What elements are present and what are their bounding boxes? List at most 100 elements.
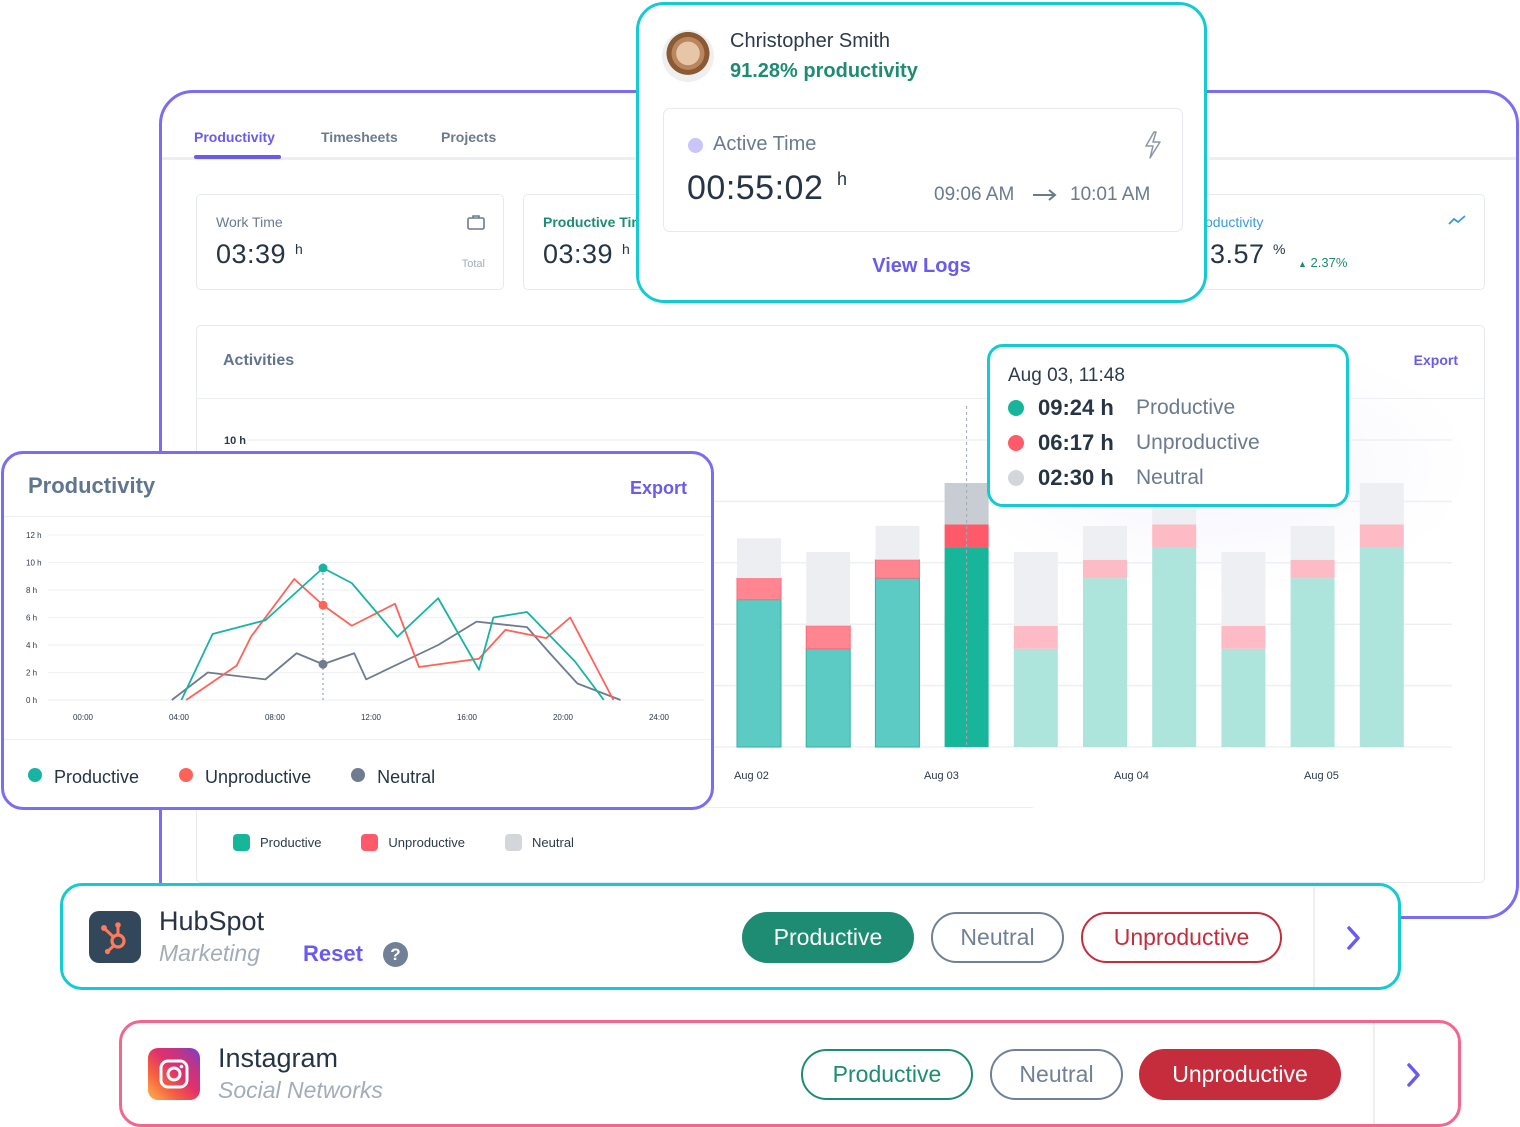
legend-item-unproductive[interactable]: Unproductive: [361, 834, 465, 851]
tooltip-row-productive: 09:24 h Productive: [1008, 394, 1235, 422]
marker-point-productive: [318, 563, 328, 573]
productive-button[interactable]: Productive: [742, 912, 914, 963]
legend-label: Productive: [260, 835, 322, 850]
legend-dot-icon: [351, 767, 366, 782]
tooltip-label: Productive: [1136, 396, 1236, 419]
stat-unit: h: [622, 241, 630, 257]
unproductive-button[interactable]: Unproductive: [1139, 1049, 1341, 1100]
chevron-right-icon[interactable]: [1345, 924, 1363, 952]
stat-change: ▲ 2.37%: [1298, 255, 1347, 270]
y-tick-label: 10 h: [224, 435, 246, 447]
app-category: Marketing: [159, 940, 260, 966]
view-logs-link[interactable]: View Logs: [639, 255, 1204, 278]
bar-neutral: [1083, 525, 1127, 560]
legend-item-productive[interactable]: Productive: [28, 767, 139, 788]
legend-item-productive[interactable]: Productive: [233, 834, 321, 851]
stat-label: oductivity: [1205, 214, 1264, 230]
bar-neutral: [1221, 552, 1266, 626]
active-time-value: 00:55:02: [687, 169, 824, 207]
bar-unproductive: [1221, 625, 1266, 649]
start-time: 09:06 AM: [934, 184, 1015, 205]
expand-button[interactable]: [1313, 886, 1398, 987]
avatar: [662, 30, 714, 82]
bar-unproductive: [1152, 524, 1197, 548]
tab-projects[interactable]: Projects: [441, 129, 496, 145]
y-tick-label: 2 h: [26, 669, 37, 678]
briefcase-icon: [467, 215, 485, 230]
tooltip-value: 09:24 h: [1038, 395, 1114, 420]
x-tick-label: 16:00: [457, 713, 478, 722]
up-triangle-icon: ▲: [1298, 259, 1307, 269]
neutral-dot-icon: [1008, 470, 1024, 486]
bar-productive: [1359, 547, 1404, 747]
y-tick-label: 8 h: [26, 586, 37, 595]
unproductive-dot-icon: [1008, 435, 1024, 451]
bar-productive: [1152, 547, 1197, 747]
bar-productive: [1290, 578, 1335, 747]
app-name: HubSpot: [159, 906, 265, 936]
chevron-right-icon[interactable]: [1405, 1061, 1423, 1089]
productive-button[interactable]: Productive: [801, 1049, 973, 1100]
y-tick-label: 10 h: [26, 559, 42, 568]
hubspot-logo-icon: [89, 911, 141, 963]
app-name: Instagram: [218, 1043, 339, 1073]
legend-item-unproductive[interactable]: Unproductive: [179, 767, 311, 788]
bar-productive: [736, 599, 782, 748]
lightning-icon: [1145, 131, 1161, 159]
legend-swatch: [361, 834, 379, 851]
chart-tooltip: Aug 03, 11:48 09:24 h Productive 06:17 h…: [987, 344, 1349, 507]
bar-neutral: [1013, 552, 1058, 626]
arrow-right-icon: [1033, 189, 1057, 201]
bar-unproductive: [736, 577, 782, 601]
stat-change-value: 2.37%: [1310, 255, 1348, 270]
x-tick-label: Aug 04: [1114, 770, 1149, 782]
x-tick-label: 04:00: [169, 713, 190, 722]
stat-card-productivity: oductivity 3.57 % ▲ 2.37%: [1162, 194, 1485, 290]
user-productivity: 91.28% productivity: [730, 60, 918, 82]
stat-unit: %: [1273, 241, 1286, 257]
bar-unproductive: [1083, 559, 1127, 579]
stat-label: Work Time: [216, 214, 283, 230]
bar-neutral: [875, 525, 920, 560]
end-time: 10:01 AM: [1070, 184, 1151, 205]
bar-productive: [1013, 648, 1058, 747]
stat-label: Productive Tim: [543, 214, 644, 230]
tooltip-value: 06:17 h: [1038, 430, 1114, 455]
y-tick-label: 6 h: [26, 614, 37, 623]
reset-button[interactable]: Reset: [303, 941, 363, 967]
stat-value: 03:39: [216, 239, 287, 269]
legend-label: Unproductive: [205, 767, 312, 787]
legend-label: Productive: [54, 767, 140, 787]
status-dot-icon: [688, 138, 703, 153]
marker-point-unproductive: [318, 600, 328, 610]
legend-dot-icon: [28, 767, 42, 782]
active-time-unit: h: [837, 169, 848, 189]
y-tick-label: 0 h: [26, 696, 37, 705]
stat-card-work-time: Work Time 03:39 h Total: [196, 194, 504, 290]
y-tick-label: 4 h: [26, 641, 37, 650]
bar-neutral: [1359, 482, 1404, 525]
neutral-button[interactable]: Neutral: [990, 1049, 1123, 1100]
x-tick-label: 12:00: [361, 713, 382, 722]
line-unproductive: [185, 578, 615, 701]
y-tick-label: 12 h: [26, 531, 42, 540]
stat-value: 03:39: [543, 239, 614, 269]
legend-item-neutral[interactable]: Neutral: [351, 767, 435, 788]
x-tick-label: 24:00: [649, 713, 670, 722]
tooltip-label: Unproductive: [1136, 431, 1260, 454]
x-tick-label: Aug 02: [734, 770, 769, 782]
legend-item-neutral[interactable]: Neutral: [505, 834, 574, 851]
user-name: Christopher Smith: [730, 30, 891, 52]
tab-productivity[interactable]: Productivity: [194, 129, 275, 145]
legend-label: Unproductive: [388, 835, 466, 850]
legend-swatch: [233, 834, 250, 851]
expand-button[interactable]: [1373, 1023, 1458, 1124]
tab-timesheets[interactable]: Timesheets: [321, 129, 398, 145]
trend-icon: [1448, 215, 1466, 225]
neutral-button[interactable]: Neutral: [931, 912, 1064, 963]
unproductive-button[interactable]: Unproductive: [1081, 912, 1282, 963]
productivity-line-chart: 0 h 2 h 4 h 6 h 8 h 10 h 12 h 00:00 04:00 08:00 12…: [26, 531, 704, 722]
help-icon[interactable]: ?: [383, 942, 408, 967]
x-tick-label: 00:00: [73, 713, 94, 722]
tooltip-label: Neutral: [1136, 466, 1204, 489]
